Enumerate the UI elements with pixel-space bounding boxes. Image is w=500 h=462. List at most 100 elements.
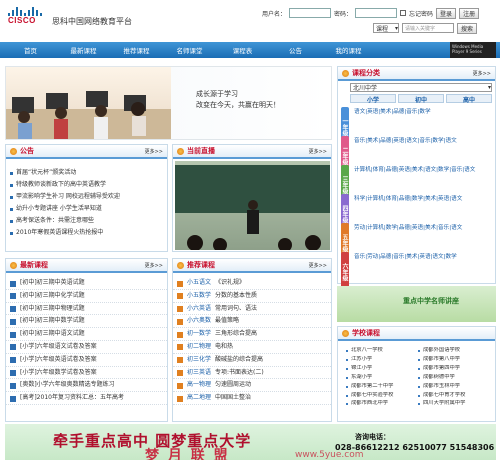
tab-primary[interactable]: 小学: [350, 94, 396, 104]
grade-subjects[interactable]: 科学|计算机|体育|品德|数学|美术|英语|语文: [354, 194, 494, 205]
school-link[interactable]: 锦江小学: [346, 365, 418, 373]
grade-subjects[interactable]: 音乐|美术|品德|英语|语文|音乐|数学|语文: [354, 136, 494, 147]
school-link[interactable]: 江苏小学: [346, 356, 418, 364]
list-item[interactable]: [小学]六年级数学试卷及答案: [6, 367, 167, 380]
school-link[interactable]: 成都市第八中学: [418, 356, 496, 364]
list-item[interactable]: 小六英语 常用词句、语法: [173, 303, 331, 316]
notice-title: 公告: [20, 147, 34, 155]
school-link[interactable]: 成都七中育才学校: [418, 392, 496, 400]
list-item[interactable]: 高二地理 中国国土整治: [173, 392, 331, 405]
list-item[interactable]: [初中]初三期中物理试题: [6, 303, 167, 316]
live-video-thumbnail[interactable]: [175, 161, 330, 250]
nav-home[interactable]: 首页: [4, 45, 57, 55]
notice-icon: [10, 147, 17, 155]
list-item[interactable]: [初中]初三期中化学试题: [6, 290, 167, 303]
school-link[interactable]: 成都七中实验学校: [346, 392, 418, 400]
list-item[interactable]: 特级教师谈新政下的高中英语教学: [6, 179, 167, 191]
tab-high[interactable]: 高中: [446, 94, 492, 104]
school-link[interactable]: 成都市第四中学: [418, 365, 496, 373]
school-link[interactable]: 成都市西北中学: [346, 400, 418, 408]
list-item[interactable]: 初三英语 专项:书面表达(二): [173, 367, 331, 380]
promo-banner[interactable]: 重点中学名师讲座: [337, 286, 496, 322]
school-link[interactable]: 四川大学附属中学: [418, 400, 496, 408]
list-item[interactable]: 初二物理 电和热: [173, 341, 331, 354]
list-item[interactable]: 2010年寒假英语课程火热抢报中: [6, 227, 167, 239]
live-panel: 当前直播 更多>>: [172, 144, 332, 252]
list-item[interactable]: 初三化学 酸碱盐的综合提高: [173, 354, 331, 367]
list-item[interactable]: 小五语文 《识礼规》: [173, 277, 331, 290]
username-input[interactable]: [289, 8, 332, 18]
school-link[interactable]: 北京八一学校: [346, 347, 418, 355]
bullet-icon: [177, 280, 183, 287]
school-link[interactable]: 成都市玉林中学: [418, 383, 496, 391]
search-bar: 课程 ▾ 请输入关键字 搜索: [373, 22, 478, 34]
register-button[interactable]: 注册: [459, 7, 480, 19]
live-more-link[interactable]: 更多>>: [309, 148, 327, 155]
password-input[interactable]: [355, 8, 398, 18]
list-item[interactable]: 高考保送条件：共需注意哪些: [6, 215, 167, 227]
list-item[interactable]: 高一物理 匀速圆周运动: [173, 379, 331, 393]
recommend-list: 小五语文 《识礼规》 小五数学 分数的基本性质 小六英语 常用词句、语法 小六奥数 最值…: [173, 273, 331, 405]
list-item[interactable]: 甲流影响学生补习 网校远程辅导受欢迎: [6, 191, 167, 203]
list-item[interactable]: [奥数]小学六年级奥数精选专题练习: [6, 379, 167, 393]
course-grade: 初二物理: [187, 342, 212, 350]
school-header: 学校课程: [338, 327, 495, 341]
list-item[interactable]: 初一数学 三角形综合提高: [173, 328, 331, 341]
grade-subjects[interactable]: 音乐|劳动|品德|音乐|美术|英语|语文|数学: [354, 252, 494, 263]
banner: 成长源于学习 改变在今天，共赢在明天！: [5, 66, 332, 140]
list-item[interactable]: 首届“状元杯”颁奖活动: [6, 167, 167, 179]
nav-my-courses[interactable]: 我的课程: [322, 45, 375, 55]
list-item[interactable]: [初中]初三期中数学试题: [6, 315, 167, 329]
grade-subjects[interactable]: 计算机|体育|品德|英语|美术|语文|数学|音乐|语文: [354, 165, 494, 176]
nav-recommended[interactable]: 推荐课程: [110, 45, 163, 55]
grade-subjects[interactable]: 劳动|计算机|数学|品德|英语|美术|音乐|语文: [354, 223, 494, 234]
nav-notices[interactable]: 公告: [269, 45, 322, 55]
nav-latest-courses[interactable]: 最新课程: [57, 45, 110, 55]
video-icon: [10, 293, 16, 300]
windows-media-player-badge[interactable]: Windows Media Player 9 Series: [450, 42, 496, 58]
category-title: 课程分类: [352, 69, 380, 77]
bullet-icon: [177, 318, 183, 325]
bullet-icon: [177, 370, 183, 377]
list-item[interactable]: 小六奥数 最值策略: [173, 315, 331, 329]
school-link[interactable]: 成都外国语学校: [418, 347, 496, 355]
category-more-link[interactable]: 更多>>: [473, 70, 491, 77]
teacher-illustration: [187, 200, 321, 250]
search-button[interactable]: 搜索: [457, 22, 478, 34]
password-label: 密码：: [334, 10, 353, 18]
login-button[interactable]: 登录: [436, 7, 457, 19]
list-item[interactable]: [初中]初三期中语文试题: [6, 328, 167, 341]
main-nav: 首页 最新课程 推荐课程 名师课堂 课程表 公告 我的课程: [0, 42, 500, 58]
list-item[interactable]: [初中]初三期中英语试题: [6, 277, 167, 290]
list-item[interactable]: 幼升小专题讲座 小学生活早知道: [6, 203, 167, 215]
category-panel: 课程分类 更多>> 北川中学 ▾ 小学 初中 高中 一年级 语文|英语|美术|品德|…: [337, 66, 496, 288]
course-title: 最值策略: [215, 317, 240, 325]
course-grade: 小六英语: [187, 304, 212, 312]
grade-subjects[interactable]: 语文|英语|美术|品德|音乐|数学: [354, 107, 494, 118]
site-title: 思科中国网络教育平台: [52, 17, 132, 26]
cisco-logo[interactable]: CISCO: [8, 7, 44, 33]
school-link[interactable]: 东湖小学: [346, 374, 418, 382]
latest-more-link[interactable]: 更多>>: [145, 262, 163, 269]
school-link[interactable]: 成都树德中学: [418, 374, 496, 382]
nav-famous-teachers[interactable]: 名师课堂: [163, 45, 216, 55]
grade-label[interactable]: 六年级: [341, 252, 349, 288]
school-link[interactable]: 成都市第二十中学: [346, 383, 418, 391]
search-input[interactable]: 请输入关键字: [402, 23, 454, 33]
list-item[interactable]: [小学]六年级英语试卷及答案: [6, 354, 167, 367]
recommend-more-link[interactable]: 更多>>: [309, 262, 327, 269]
search-type-select[interactable]: 课程 ▾: [373, 23, 399, 33]
course-grade: 小六奥数: [187, 317, 212, 325]
students-illustration: [6, 91, 171, 139]
tab-middle[interactable]: 初中: [398, 94, 444, 104]
nav-schedule[interactable]: 课程表: [216, 45, 269, 55]
list-item[interactable]: [高考]2010年复习资料汇总：五年高考: [6, 392, 167, 405]
live-header: 当前直播 更多>>: [173, 145, 331, 159]
list-item[interactable]: 小五数学 分数的基本性质: [173, 290, 331, 303]
list-item[interactable]: [小学]六年级语文试卷及答案: [6, 341, 167, 354]
notice-more-link[interactable]: 更多>>: [145, 148, 163, 155]
remember-checkbox[interactable]: [400, 10, 407, 16]
school-select[interactable]: 北川中学 ▾: [350, 83, 492, 92]
category-header: 课程分类 更多>>: [338, 67, 495, 81]
notice-header: 公告 更多>>: [6, 145, 167, 159]
